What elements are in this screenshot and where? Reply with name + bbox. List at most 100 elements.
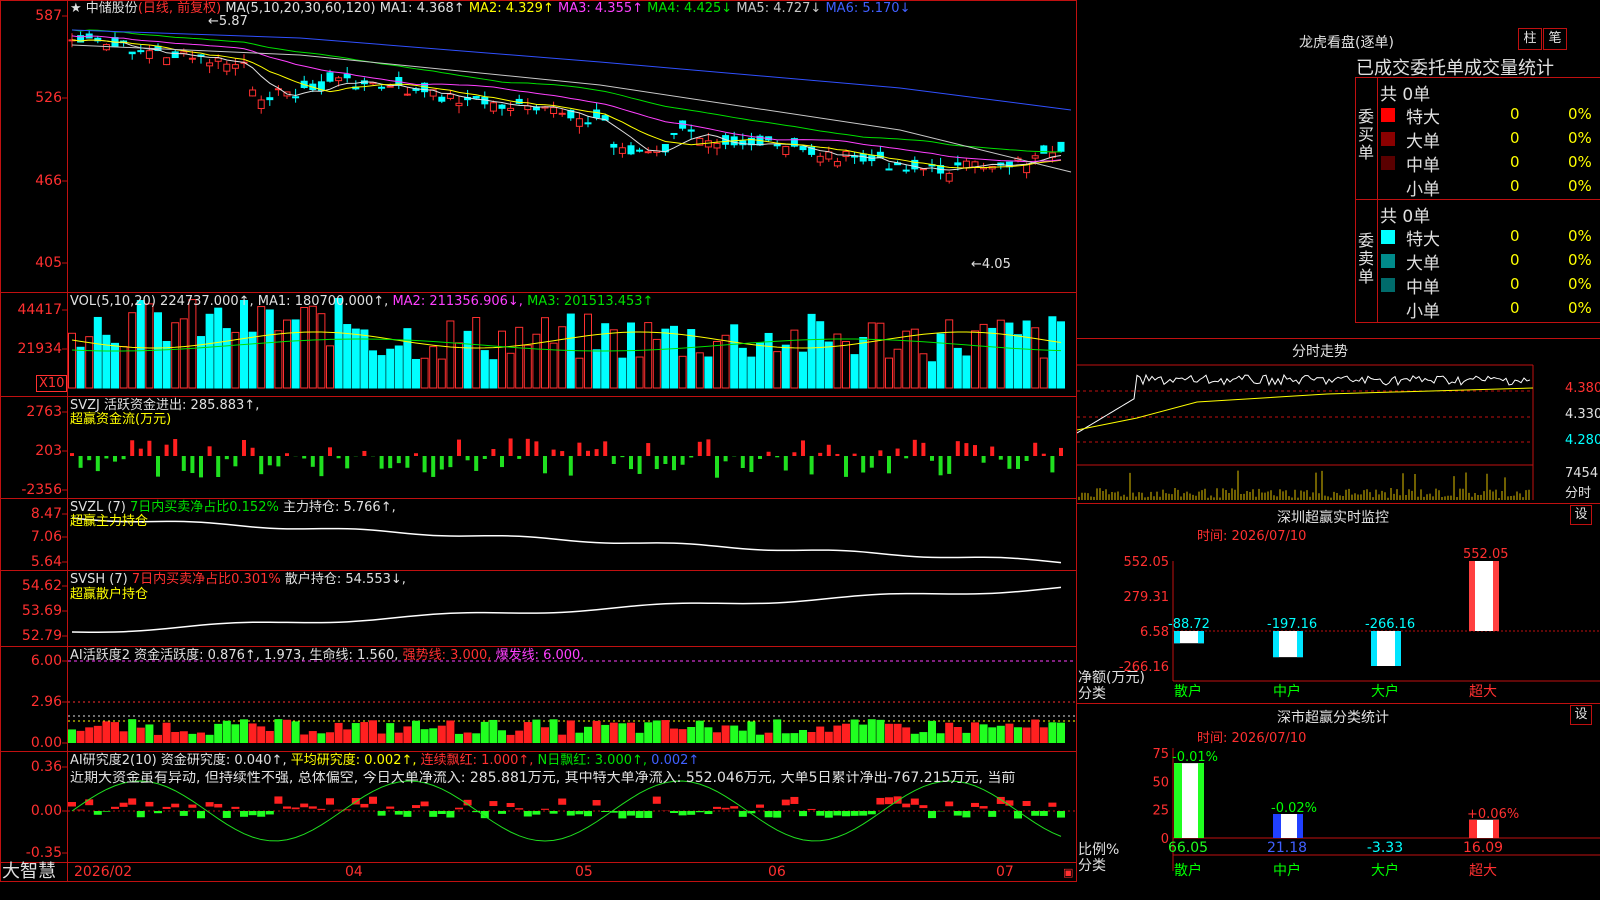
ai2-bar [713,806,721,809]
svzj-bar [783,456,788,471]
ai2-bar [403,811,412,817]
svzl-subtitle: 超赢主力持仓 [70,514,149,529]
ai1-axis-bot: 0.00 [30,735,62,751]
ai1-bar [532,719,541,743]
candle-body [206,62,214,67]
classify-category-label: 大户 [1371,862,1399,879]
volume-bar [1048,316,1057,389]
ai1-bar [609,722,618,743]
svzj-bar [818,452,823,456]
monitor-bar-edge [1273,630,1279,658]
sell-label: 委卖单 [1358,231,1375,286]
volume-bar [283,319,291,389]
vol-header: VOL(5,10,20) 224737.000↑, MA1: 180700.00… [70,294,654,309]
chart-area[interactable]: 587 526 466 405 44417 21934 X10 2763 203… [0,0,1077,882]
candle-body [636,149,644,152]
classify-axis-tick: 25 [1152,804,1169,819]
ai2-bar [790,796,799,804]
candle-body [713,142,721,149]
svzj-bar [766,451,771,456]
ai2-bar [670,811,678,813]
volume-bar [945,319,954,389]
svzj-bar [345,456,350,469]
ai2-bar [988,811,997,817]
candle-body [249,89,257,97]
ai2-bar [420,801,429,807]
candle-body [378,86,386,89]
ai2-bar [162,806,171,809]
scroll-lock-icon[interactable]: ▣ [1063,866,1073,879]
monitor-bar-chart: 552.05 279.31 6.58 -266.16 -88.72 散户 -197.16 中户… [1119,547,1600,700]
intraday-vol-label: 分时 [1565,486,1592,501]
buy-row-label: 特大 [1406,108,1440,128]
ai2-bar [876,797,885,805]
app-logo: 大智慧 [2,861,56,882]
svzj-bar [758,456,762,459]
ai2-comment: 近期大资金虽有异动, 但持续性不强, 总体偏空, 今日大单净流入: 285.88… [70,771,1016,786]
candle-body [945,172,953,182]
ai2-bar [145,801,154,807]
candle-body [498,104,506,109]
ai1-bar [979,724,988,743]
svzj-bar [267,456,272,466]
buy-swatch-2 [1381,156,1395,170]
volume-bar [730,324,739,389]
ai2-bar [1031,811,1040,816]
candle-body [704,140,712,148]
volume-bar [919,353,928,389]
ai1-bar [93,725,102,743]
ai2-bar [910,798,919,805]
volume-bar [876,322,885,389]
bar-view-button[interactable]: 柱 [1518,28,1542,50]
volume-bar [386,348,395,389]
stock-name[interactable]: 中储股份 [86,1,138,16]
ai2-bar [412,805,420,809]
ai2-bar [833,811,842,816]
ai2-bar [644,811,653,818]
svzj-bar [250,447,255,456]
monitor-value-label: 552.05 [1463,547,1509,562]
svzj-bar [637,456,642,474]
volume-bars [68,297,1065,389]
ai2-bar [781,799,790,806]
svzj-bar [611,456,616,465]
svzl-axis-bot: 5.64 [30,554,62,570]
volume-bar [222,328,231,389]
svzj-bar [792,452,797,456]
ai1-bar [429,728,438,743]
ai2-bar [523,811,532,817]
volume-bar [756,342,764,389]
volume-bar [300,307,309,389]
volume-bar [635,356,644,389]
ai2-bar [953,811,962,816]
sell-row-label: 特大 [1406,230,1440,250]
ai1-bar [558,734,567,743]
monitor-axis-tick: 279.31 [1124,590,1170,605]
ai1-bar [1057,722,1065,743]
svzl-header: SVZL (7) 7日内买卖净占比0.152% 主力持仓: 5.766↑, [70,500,396,515]
pen-view-button[interactable]: 笔 [1543,28,1567,50]
ai2-bar [627,811,635,816]
volume-bar [618,357,627,389]
ai1-bar [859,724,868,743]
buy-swatch-1 [1381,132,1395,146]
ai1-bar [1031,719,1040,743]
monitor-bar-edge [1469,561,1475,631]
svzj-bar [199,456,203,478]
ai2-bar [635,811,644,818]
ai1-bar [197,732,205,743]
volume-bar [463,330,472,389]
ai2-bar [429,811,438,817]
price-high-marker: ←5.87 [208,14,248,29]
ai2-bar [592,800,601,806]
candle-body [489,102,497,112]
price-axis-405: 405 [35,255,62,271]
classify-bar-edge [1198,763,1204,838]
classify-panel: 深市超赢分类统计 设 时间: 2026/07/10 75 50 25 0 -0.01% 6… [1077,703,1600,900]
svzj-bar [1024,456,1029,461]
ai1-bar [480,721,489,743]
svzj-bar [663,456,668,464]
ai1-bar [369,720,377,743]
intraday-axis-mid: 4.330 [1565,407,1600,422]
ai2-bar [584,811,592,817]
